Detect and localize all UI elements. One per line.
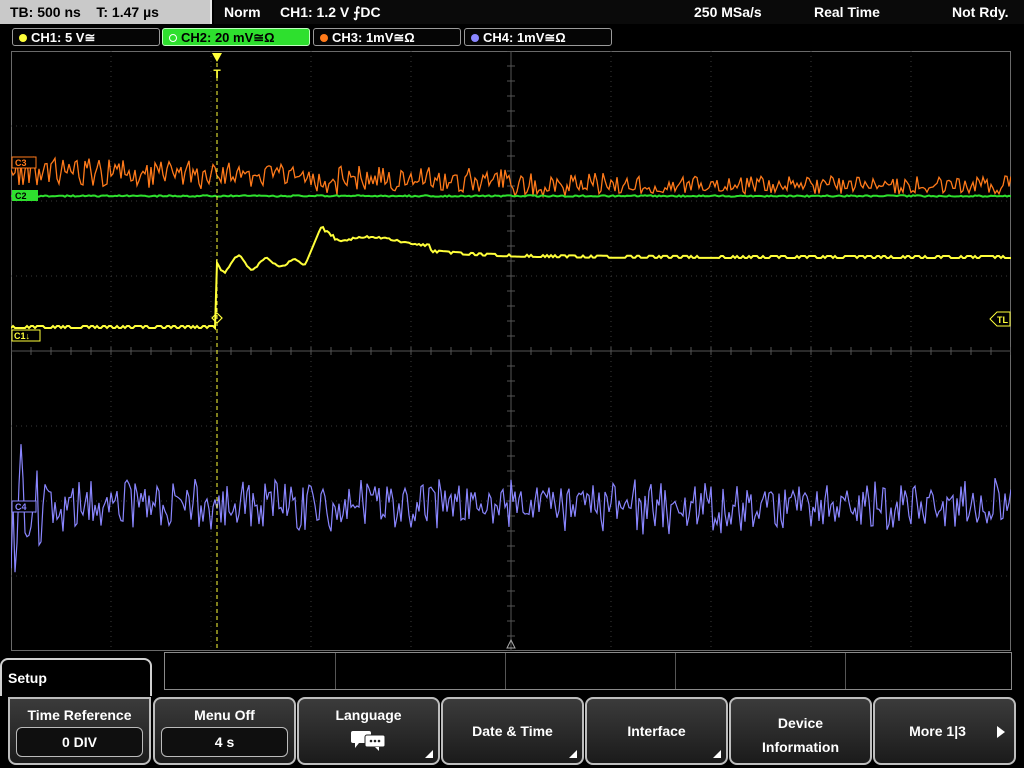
- interface-label: Interface: [627, 723, 686, 739]
- sample-rate: 250 MSa/s: [694, 4, 762, 20]
- more-softkey[interactable]: More 1|3: [873, 697, 1016, 765]
- svg-text:C4: C4: [15, 502, 27, 512]
- menu-title: Setup: [8, 670, 47, 686]
- trigger-time-value: T: 1.47 µs: [96, 4, 159, 20]
- trigger-mode[interactable]: Norm: [224, 0, 261, 24]
- date-time-softkey[interactable]: Date & Time: [441, 697, 584, 765]
- timebase-value: TB: 500 ns: [10, 4, 81, 20]
- menu-off-label: Menu Off: [194, 707, 255, 723]
- svg-text:C1↓: C1↓: [14, 331, 30, 341]
- graticule-center-axes: [11, 51, 1011, 651]
- channel-tab-ch1[interactable]: CH1: 5 V≅: [12, 28, 160, 46]
- trigger-info[interactable]: CH1: 1.2 V ⨍DC: [280, 0, 381, 24]
- menu-off-value: 4 s: [161, 727, 288, 757]
- submenu-indicator-icon: [425, 750, 433, 758]
- menu-title-setup: Setup: [0, 658, 152, 696]
- waveform-canvas: T C3 C2 C1↓ C4 TL: [11, 51, 1011, 651]
- channel-tab-ch3[interactable]: CH3: 1mV≅Ω: [313, 28, 461, 46]
- ch3-color-dot: [320, 34, 328, 42]
- trigger-position-marker[interactable]: T: [212, 53, 222, 81]
- speech-bubbles-icon: [350, 731, 385, 751]
- ch3-label: CH3: 1mV≅Ω: [332, 30, 415, 45]
- timebase-status[interactable]: TB: 500 ns T: 1.47 µs: [0, 0, 212, 24]
- channel-tab-ch4[interactable]: CH4: 1mV≅Ω: [464, 28, 612, 46]
- interface-softkey[interactable]: Interface: [585, 697, 728, 765]
- svg-text:TL: TL: [997, 315, 1008, 325]
- acquisition-mode: Real Time: [814, 4, 880, 20]
- menu-off-softkey[interactable]: Menu Off 4 s: [153, 697, 296, 765]
- date-time-label: Date & Time: [472, 723, 553, 739]
- time-reference-label: Time Reference: [27, 707, 132, 723]
- next-page-arrow-icon: [997, 726, 1005, 738]
- device-information-label: Device Information: [762, 715, 839, 755]
- trigger-marker-label: T: [213, 67, 221, 81]
- time-reference-softkey[interactable]: Time Reference 0 DIV: [8, 697, 151, 765]
- svg-text:C3: C3: [15, 158, 27, 168]
- ch1-offset-marker[interactable]: C1↓: [11, 329, 41, 342]
- acquisition-status-bar: Norm CH1: 1.2 V ⨍DC 250 MSa/s Real Time …: [214, 0, 1024, 24]
- language-label: Language: [335, 707, 402, 723]
- more-label: More 1|3: [909, 723, 966, 739]
- language-softkey[interactable]: Language: [297, 697, 440, 765]
- ch3-offset-marker[interactable]: C3: [11, 156, 37, 169]
- trigger-level-marker[interactable]: TL: [989, 311, 1011, 327]
- ch2-offset-marker[interactable]: C2: [12, 190, 38, 201]
- submenu-indicator-icon: [713, 750, 721, 758]
- submenu-indicator-icon: [569, 750, 577, 758]
- ch1-label: CH1: 5 V≅: [31, 30, 96, 45]
- ch4-offset-marker[interactable]: C4: [11, 500, 37, 513]
- ch4-color-dot: [471, 34, 479, 42]
- run-state[interactable]: Not Rdy.: [952, 0, 1009, 24]
- ch2-label: CH2: 20 mV≅Ω: [181, 30, 275, 45]
- ch2-trace: [11, 194, 1011, 198]
- channel-tab-ch2[interactable]: CH2: 20 mV≅Ω: [162, 28, 310, 46]
- ch1-color-dot: [19, 34, 27, 42]
- ch4-label: CH4: 1mV≅Ω: [483, 30, 566, 45]
- measurement-info-bar: [164, 652, 1012, 690]
- svg-text:C2: C2: [15, 191, 27, 201]
- time-reference-value: 0 DIV: [16, 727, 143, 757]
- ch2-color-dot: [169, 34, 177, 42]
- device-information-softkey[interactable]: Device Information: [729, 697, 872, 765]
